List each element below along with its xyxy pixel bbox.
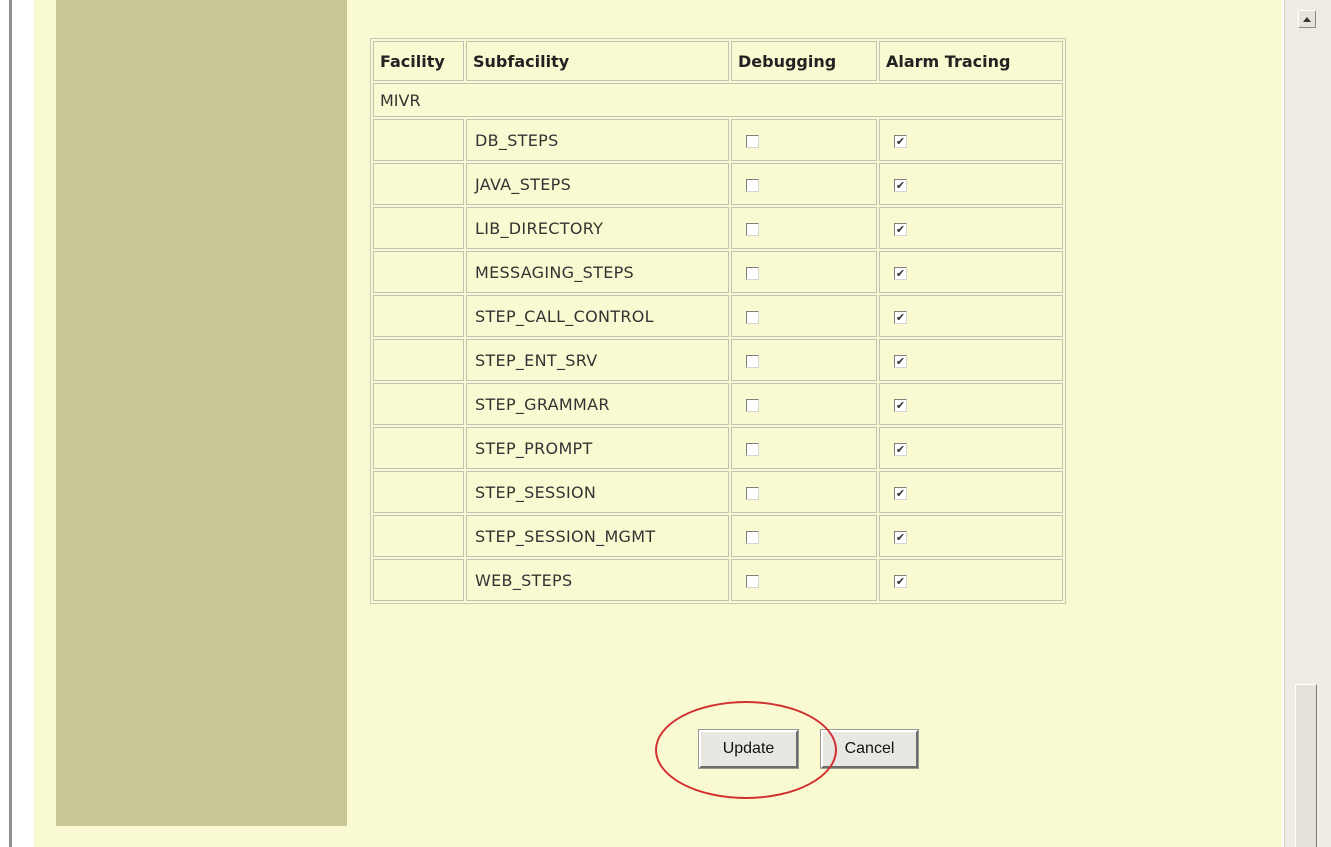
- header-facility: Facility: [373, 41, 464, 81]
- debugging-cell: [731, 207, 877, 249]
- facility-row: MIVR: [373, 83, 1063, 117]
- subfacility-cell: STEP_PROMPT: [466, 427, 729, 469]
- debugging-checkbox[interactable]: [746, 354, 759, 368]
- header-subfacility: Subfacility: [466, 41, 729, 81]
- alarm-tracing-checkbox[interactable]: ✔: [894, 222, 907, 236]
- alarm-tracing-checkbox[interactable]: ✔: [894, 486, 907, 500]
- facility-cell: [373, 119, 464, 161]
- debugging-cell: [731, 471, 877, 513]
- alarm-tracing-cell: ✔: [879, 207, 1063, 249]
- alarm-tracing-checkbox[interactable]: ✔: [894, 398, 907, 412]
- alarm-tracing-cell: ✔: [879, 295, 1063, 337]
- table-row: STEP_SESSION ✔: [373, 471, 1063, 513]
- table-row: DB_STEPS ✔: [373, 119, 1063, 161]
- table-row: JAVA_STEPS ✔: [373, 163, 1063, 205]
- subfacility-cell: STEP_GRAMMAR: [466, 383, 729, 425]
- subfacility-cell: STEP_SESSION_MGMT: [466, 515, 729, 557]
- alarm-tracing-checkbox[interactable]: ✔: [894, 530, 907, 544]
- alarm-tracing-cell: ✔: [879, 471, 1063, 513]
- alarm-tracing-cell: ✔: [879, 163, 1063, 205]
- facility-cell: [373, 295, 464, 337]
- alarm-tracing-cell: ✔: [879, 383, 1063, 425]
- facility-cell: [373, 163, 464, 205]
- sidebar-panel: [56, 0, 347, 826]
- debugging-checkbox[interactable]: [746, 486, 759, 500]
- facility-cell: [373, 515, 464, 557]
- table-row: STEP_PROMPT ✔: [373, 427, 1063, 469]
- table-row: STEP_ENT_SRV ✔: [373, 339, 1063, 381]
- subfacility-cell: LIB_DIRECTORY: [466, 207, 729, 249]
- debugging-cell: [731, 383, 877, 425]
- facility-cell: [373, 207, 464, 249]
- alarm-tracing-cell: ✔: [879, 119, 1063, 161]
- debugging-cell: [731, 119, 877, 161]
- alarm-tracing-cell: ✔: [879, 427, 1063, 469]
- table-header-row: Facility Subfacility Debugging Alarm Tra…: [373, 41, 1063, 81]
- subfacility-cell: WEB_STEPS: [466, 559, 729, 601]
- table-row: STEP_SESSION_MGMT ✔: [373, 515, 1063, 557]
- alarm-tracing-cell: ✔: [879, 515, 1063, 557]
- debugging-checkbox[interactable]: [746, 398, 759, 412]
- debugging-checkbox[interactable]: [746, 310, 759, 324]
- vertical-scrollbar[interactable]: [1284, 0, 1331, 847]
- table-row: STEP_GRAMMAR ✔: [373, 383, 1063, 425]
- debugging-checkbox[interactable]: [746, 574, 759, 588]
- alarm-tracing-checkbox[interactable]: ✔: [894, 134, 907, 148]
- header-alarm-tracing: Alarm Tracing: [879, 41, 1063, 81]
- alarm-tracing-checkbox[interactable]: ✔: [894, 574, 907, 588]
- window-left-border: [0, 0, 12, 847]
- facility-name: MIVR: [373, 83, 1063, 117]
- alarm-tracing-checkbox[interactable]: ✔: [894, 266, 907, 280]
- facility-cell: [373, 251, 464, 293]
- debugging-checkbox[interactable]: [746, 134, 759, 148]
- alarm-tracing-checkbox[interactable]: ✔: [894, 178, 907, 192]
- facility-cell: [373, 383, 464, 425]
- alarm-tracing-cell: ✔: [879, 339, 1063, 381]
- alarm-tracing-cell: ✔: [879, 559, 1063, 601]
- table-row: LIB_DIRECTORY ✔: [373, 207, 1063, 249]
- debugging-checkbox[interactable]: [746, 266, 759, 280]
- subfacility-cell: STEP_CALL_CONTROL: [466, 295, 729, 337]
- scrollbar-thumb[interactable]: [1295, 684, 1317, 847]
- alarm-tracing-checkbox[interactable]: ✔: [894, 442, 907, 456]
- debugging-cell: [731, 339, 877, 381]
- debugging-cell: [731, 251, 877, 293]
- scroll-up-arrow-icon[interactable]: [1298, 10, 1316, 28]
- facility-cell: [373, 559, 464, 601]
- subfacility-cell: MESSAGING_STEPS: [466, 251, 729, 293]
- cancel-button[interactable]: Cancel: [820, 729, 919, 769]
- facility-cell: [373, 427, 464, 469]
- debugging-cell: [731, 559, 877, 601]
- subfacility-cell: JAVA_STEPS: [466, 163, 729, 205]
- debugging-checkbox[interactable]: [746, 442, 759, 456]
- debugging-checkbox[interactable]: [746, 178, 759, 192]
- facility-cell: [373, 471, 464, 513]
- subfacility-cell: STEP_SESSION: [466, 471, 729, 513]
- debugging-cell: [731, 163, 877, 205]
- table-row: WEB_STEPS ✔: [373, 559, 1063, 601]
- subfacility-cell: STEP_ENT_SRV: [466, 339, 729, 381]
- debugging-cell: [731, 295, 877, 337]
- debugging-cell: [731, 515, 877, 557]
- debugging-cell: [731, 427, 877, 469]
- alarm-tracing-checkbox[interactable]: ✔: [894, 310, 907, 324]
- subfacility-cell: DB_STEPS: [466, 119, 729, 161]
- debugging-checkbox[interactable]: [746, 530, 759, 544]
- table-row: STEP_CALL_CONTROL ✔: [373, 295, 1063, 337]
- facility-cell: [373, 339, 464, 381]
- alarm-tracing-cell: ✔: [879, 251, 1063, 293]
- header-debugging: Debugging: [731, 41, 877, 81]
- debugging-checkbox[interactable]: [746, 222, 759, 236]
- update-button[interactable]: Update: [698, 729, 799, 769]
- trace-settings-table: Facility Subfacility Debugging Alarm Tra…: [370, 38, 1066, 604]
- table-row: MESSAGING_STEPS ✔: [373, 251, 1063, 293]
- alarm-tracing-checkbox[interactable]: ✔: [894, 354, 907, 368]
